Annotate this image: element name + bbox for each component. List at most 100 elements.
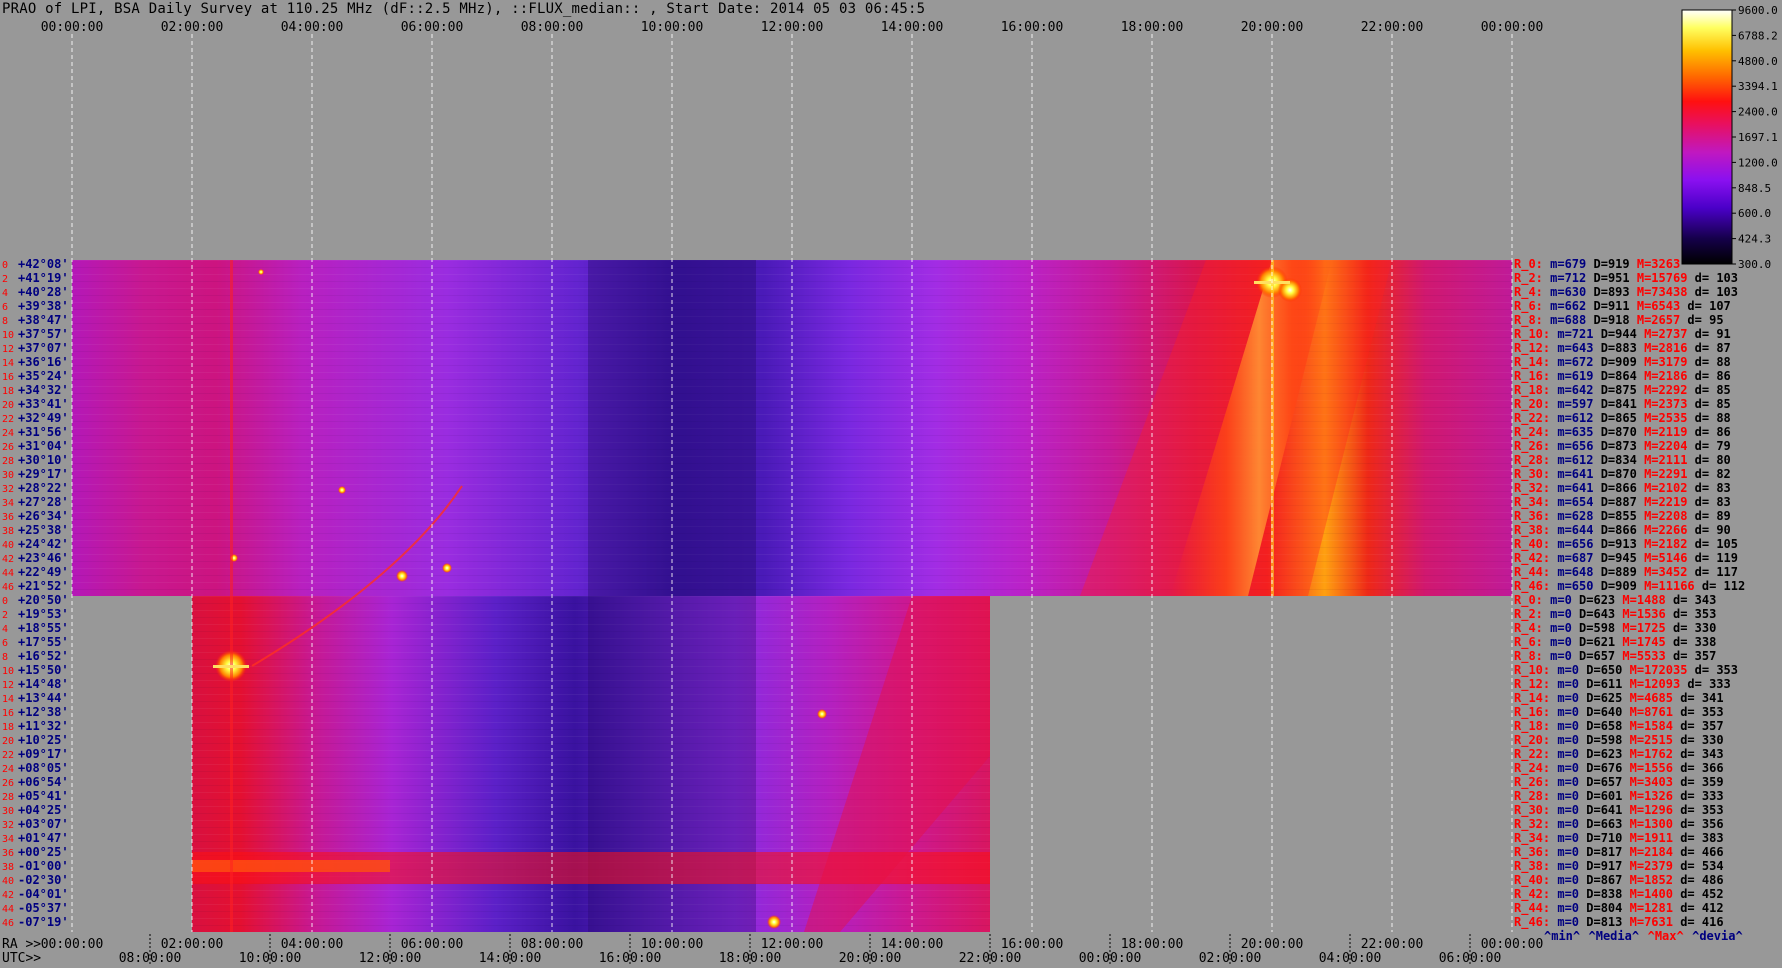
stat-d: d= 333 <box>1680 677 1731 691</box>
stat-name: R_20: <box>1514 397 1550 412</box>
stat-D: D=623 <box>1579 747 1622 761</box>
bright-source <box>258 269 264 275</box>
stat-d: d= 87 <box>1687 341 1730 355</box>
row-index-label: 44 <box>2 568 14 579</box>
declination-label: +05°41' <box>18 789 69 803</box>
row-stat-line: R_30: m=641 D=870 M=2291 d= 82 <box>1514 467 1731 482</box>
stat-m: m=0 <box>1543 635 1572 649</box>
declination-label: +10°25' <box>18 733 69 747</box>
stat-d: d= 80 <box>1687 453 1730 467</box>
declination-label: +06°54' <box>18 775 69 789</box>
stat-D: D=623 <box>1572 593 1615 607</box>
utc-time-tick: 18:00:00 <box>719 951 782 966</box>
stat-d: d= 82 <box>1687 467 1730 481</box>
stat-D: D=841 <box>1593 397 1636 411</box>
stat-M: M=2184 <box>1622 845 1673 859</box>
row-stat-line: R_38: m=644 D=866 M=2266 d= 90 <box>1514 523 1731 538</box>
row-stat-line: R_0: m=0 D=623 M=1488 d= 343 <box>1514 593 1716 608</box>
row-index-label: 10 <box>2 666 14 677</box>
row-index-label: 30 <box>2 470 14 481</box>
row-index-label: 46 <box>2 918 14 929</box>
top-time-axis: 00:00:00 02:00:00 04:00:00 06:00:00 08:00:00… <box>41 20 1544 35</box>
stat-d: d= 534 <box>1673 859 1724 873</box>
colorbar-tick-label: 424.3 <box>1738 233 1771 246</box>
stat-M: M=12093 <box>1622 677 1680 691</box>
stat-m: m=0 <box>1550 663 1579 677</box>
stat-D: D=909 <box>1593 355 1636 369</box>
row-stat-line: R_18: m=642 D=875 M=2292 d= 85 <box>1514 383 1731 398</box>
row-stat-line: R_16: m=0 D=640 M=8761 d= 353 <box>1514 705 1724 720</box>
stat-d: d= 103 <box>1687 271 1738 285</box>
stat-m: m=0 <box>1550 873 1579 887</box>
colorbar-tick-label: 3394.1 <box>1738 80 1778 93</box>
row-stat-line: R_6: m=0 D=621 M=1745 d= 338 <box>1514 635 1716 650</box>
stat-name: R_32: <box>1514 481 1550 496</box>
stat-m: m=688 <box>1543 313 1586 327</box>
stats-legend-item: ^Max^ <box>1648 929 1684 943</box>
stat-D: D=893 <box>1586 285 1629 299</box>
declination-label: +39°38' <box>18 299 69 313</box>
declination-label: +27°28' <box>18 495 69 509</box>
stat-d: d= 416 <box>1673 915 1724 929</box>
row-stat-line: R_46: m=0 D=813 M=7631 d= 416 <box>1514 915 1724 930</box>
stat-m: m=0 <box>1550 859 1579 873</box>
stat-M: M=1584 <box>1622 719 1673 733</box>
stat-name: R_34: <box>1514 495 1550 510</box>
declination-label: +04°25' <box>18 803 69 817</box>
stat-d: d= 338 <box>1666 635 1717 649</box>
row-stat-line: R_10: m=0 D=650 M=172035 d= 353 <box>1514 663 1738 678</box>
top-time-tick: 04:00:00 <box>281 20 344 35</box>
row-index-label: 20 <box>2 736 14 747</box>
row-stat-line: R_38: m=0 D=917 M=2379 d= 534 <box>1514 859 1724 874</box>
stat-name: R_26: <box>1514 439 1550 454</box>
stat-M: M=2515 <box>1622 733 1673 747</box>
declination-label: -01°00' <box>18 859 69 873</box>
stat-m: m=628 <box>1550 509 1593 523</box>
row-stat-line: R_36: m=628 D=855 M=2208 d= 89 <box>1514 509 1731 524</box>
row-index-label: 40 <box>2 876 14 887</box>
stat-M: M=5146 <box>1637 551 1688 565</box>
stat-m: m=662 <box>1543 299 1586 313</box>
stat-name: R_40: <box>1514 873 1550 888</box>
row-index-label: 0 <box>2 596 8 607</box>
stat-D: D=838 <box>1579 887 1622 901</box>
declination-label: +00°25' <box>18 845 69 859</box>
stat-M: M=1326 <box>1622 789 1673 803</box>
stat-m: m=0 <box>1550 803 1579 817</box>
declination-label: +15°50' <box>18 663 69 677</box>
row-index-label: 8 <box>2 316 8 327</box>
stat-D: D=813 <box>1579 915 1622 929</box>
stat-name: R_22: <box>1514 747 1550 762</box>
stat-m: m=0 <box>1543 593 1572 607</box>
declination-label: +21°52' <box>18 579 69 593</box>
row-stat-line: R_12: m=0 D=611 M=12093 d= 333 <box>1514 677 1731 692</box>
stat-M: M=11166 <box>1637 579 1695 593</box>
row-index-label: 2 <box>2 274 8 285</box>
colorbar-tick-label: 300.0 <box>1738 258 1771 271</box>
stat-M: M=1488 <box>1615 593 1666 607</box>
stat-D: D=913 <box>1593 537 1636 551</box>
utc-time-tick: 22:00:00 <box>959 951 1022 966</box>
stat-d: d= 103 <box>1687 285 1738 299</box>
row-index-label: 18 <box>2 386 14 397</box>
stat-m: m=0 <box>1550 705 1579 719</box>
stat-name: R_6: <box>1514 299 1543 314</box>
stat-M: M=1745 <box>1615 635 1666 649</box>
stat-M: M=2102 <box>1637 481 1688 495</box>
row-index-label: 0 <box>2 260 8 271</box>
stat-M: M=5533 <box>1615 649 1666 663</box>
stat-name: R_36: <box>1514 845 1550 860</box>
declination-label: +14°48' <box>18 677 69 691</box>
stat-d: d= 119 <box>1687 551 1738 565</box>
row-index-label: 16 <box>2 372 14 383</box>
stat-M: M=3263 <box>1630 257 1681 271</box>
stat-D: D=944 <box>1593 327 1636 341</box>
stat-D: D=867 <box>1579 873 1622 887</box>
ra-time-tick: 08:00:00 <box>521 937 584 952</box>
stat-D: D=650 <box>1579 663 1622 677</box>
stat-name: R_4: <box>1514 285 1543 300</box>
stats-legend-item: ^min^ <box>1544 929 1580 943</box>
ra-time-tick: 16:00:00 <box>1001 937 1064 952</box>
stat-m: m=0 <box>1550 901 1579 915</box>
top-time-tick: 20:00:00 <box>1241 20 1304 35</box>
